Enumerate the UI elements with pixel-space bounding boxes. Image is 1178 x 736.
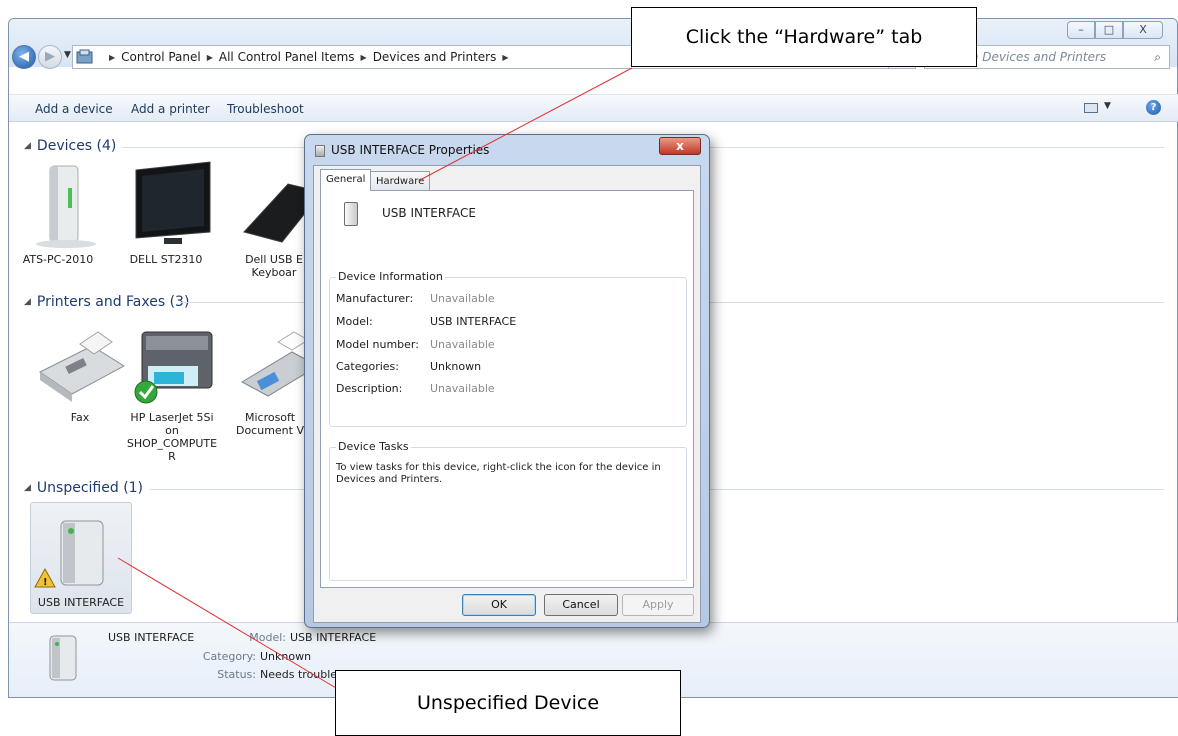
dialog-body: General Hardware Device Information Manu…: [313, 165, 701, 623]
device-label: ATS-PC-2010: [22, 253, 94, 266]
hardware-tab-callout: Click the “Hardware” tab: [631, 7, 977, 67]
group-devices-label: Devices (4): [36, 138, 117, 154]
manufacturer-label: Manufacturer:: [336, 292, 414, 305]
breadcrumb-control-panel[interactable]: Control Panel: [121, 50, 201, 64]
breadcrumb-arrow-icon[interactable]: ▶: [109, 53, 115, 62]
collapse-triangle-icon[interactable]: ◢: [24, 297, 31, 307]
device-title-icon: [315, 145, 325, 157]
forward-button[interactable]: ▶: [38, 45, 62, 69]
device-label: USB INTERFACE: [37, 596, 125, 609]
categories-value: Unknown: [430, 360, 482, 373]
minimize-button[interactable]: –: [1067, 21, 1095, 39]
general-tab-panel: Device Information Manufacturer: Unavail…: [320, 190, 694, 588]
printer-hp-laserjet[interactable]: HP LaserJet 5Si on SHOP_COMPUTE R: [124, 322, 220, 463]
command-bar: Add a device Add a printer Troubleshoot: [9, 94, 1178, 122]
breadcrumb-all-items[interactable]: All Control Panel Items: [219, 50, 355, 64]
collapse-triangle-icon[interactable]: ◢: [24, 483, 31, 493]
printer-label: HP LaserJet 5Si on SHOP_COMPUTE R: [126, 411, 218, 463]
tab-hardware[interactable]: Hardware: [370, 171, 431, 191]
troubleshoot-button[interactable]: Troubleshoot: [227, 102, 304, 116]
details-category-value: Unknown: [260, 650, 312, 663]
breadcrumb-arrow-icon[interactable]: ▶: [361, 53, 367, 62]
model-label: Model:: [336, 315, 373, 328]
group-unspecified[interactable]: ◢ Unspecified (1): [24, 480, 143, 496]
fax-icon: [39, 331, 125, 402]
details-device-icon: [49, 635, 77, 681]
view-options-dropdown-icon[interactable]: ▼: [1104, 101, 1111, 111]
hardware-tab-callout-text: Click the “Hardware” tab: [685, 26, 923, 48]
details-model-value: USB INTERFACE: [290, 631, 377, 644]
window-controls: – □ X: [1067, 21, 1163, 39]
dialog-title: USB INTERFACE Properties: [331, 143, 490, 157]
control-panel-icon: [76, 49, 93, 64]
details-device-name: USB INTERFACE: [108, 631, 195, 644]
device-dell-monitor[interactable]: DELL ST2310: [118, 160, 214, 266]
back-arrow-icon: ◀: [19, 49, 29, 64]
model-number-label: Model number:: [336, 338, 419, 351]
close-button[interactable]: X: [1123, 21, 1163, 39]
categories-label: Categories:: [336, 360, 399, 373]
breadcrumb-arrow-icon[interactable]: ▶: [502, 53, 508, 62]
ok-button[interactable]: OK: [462, 594, 536, 616]
device-usb-interface[interactable]: ! USB INTERFACE: [30, 502, 132, 614]
device-tasks-text: To view tasks for this device, right-cli…: [336, 462, 661, 485]
usb-interface-device-icon: [344, 202, 358, 226]
breadcrumb-arrow-icon[interactable]: ▶: [207, 53, 213, 62]
details-model-label: Model:: [249, 631, 286, 644]
maximize-button[interactable]: □: [1095, 21, 1123, 39]
dialog-device-name: USB INTERFACE: [382, 206, 476, 220]
device-label: DELL ST2310: [129, 253, 203, 266]
search-icon[interactable]: ⌕: [1154, 46, 1161, 68]
details-status-value: Needs troubles: [260, 668, 343, 681]
change-view-icon[interactable]: [1084, 103, 1098, 113]
recent-pages-dropdown-icon[interactable]: ▼: [64, 50, 71, 60]
device-information-group: Device Information Manufacturer: Unavail…: [329, 270, 687, 427]
model-number-value: Unavailable: [430, 338, 495, 351]
svg-text:!: !: [43, 577, 48, 588]
details-category-label: Category:: [202, 650, 256, 663]
unspecified-device-callout-text: Unspecified Device: [416, 692, 600, 714]
properties-dialog: USB INTERFACE Properties x General Hardw…: [304, 134, 710, 628]
manufacturer-value: Unavailable: [430, 292, 495, 305]
usb-device-icon: !: [34, 520, 104, 588]
tab-general[interactable]: General: [320, 169, 372, 191]
breadcrumb-devices-printers[interactable]: Devices and Printers: [373, 50, 497, 64]
apply-button[interactable]: Apply: [622, 594, 694, 616]
back-button[interactable]: ◀: [12, 45, 36, 69]
device-ats-pc[interactable]: ATS-PC-2010: [10, 160, 106, 266]
forward-arrow-icon: ▶: [45, 49, 55, 64]
help-icon[interactable]: ?: [1146, 100, 1161, 115]
printer-icon: [134, 331, 213, 404]
description-value: Unavailable: [430, 382, 495, 395]
group-printers[interactable]: ◢ Printers and Faxes (3): [24, 294, 189, 310]
add-printer-button[interactable]: Add a printer: [131, 102, 210, 116]
model-value: USB INTERFACE: [430, 315, 517, 328]
group-devices[interactable]: ◢ Devices (4): [24, 138, 116, 154]
printer-label: Fax: [70, 411, 90, 424]
group-unspecified-label: Unspecified (1): [36, 480, 144, 496]
cancel-button[interactable]: Cancel: [544, 594, 618, 616]
computer-tower-icon: [36, 165, 96, 248]
close-icon: x: [676, 139, 684, 153]
details-status-label: Status:: [217, 668, 256, 681]
printer-fax[interactable]: Fax: [32, 322, 128, 424]
monitor-icon: [135, 161, 211, 244]
add-device-button[interactable]: Add a device: [35, 102, 113, 116]
collapse-triangle-icon[interactable]: ◢: [24, 141, 31, 151]
device-information-legend: Device Information: [336, 270, 445, 283]
device-tasks-legend: Device Tasks: [336, 440, 411, 453]
dialog-close-button[interactable]: x: [659, 137, 701, 155]
device-tasks-group: Device Tasks To view tasks for this devi…: [329, 440, 687, 581]
group-printers-label: Printers and Faxes (3): [36, 294, 190, 310]
unspecified-device-callout: Unspecified Device: [335, 670, 681, 736]
description-label: Description:: [336, 382, 403, 395]
